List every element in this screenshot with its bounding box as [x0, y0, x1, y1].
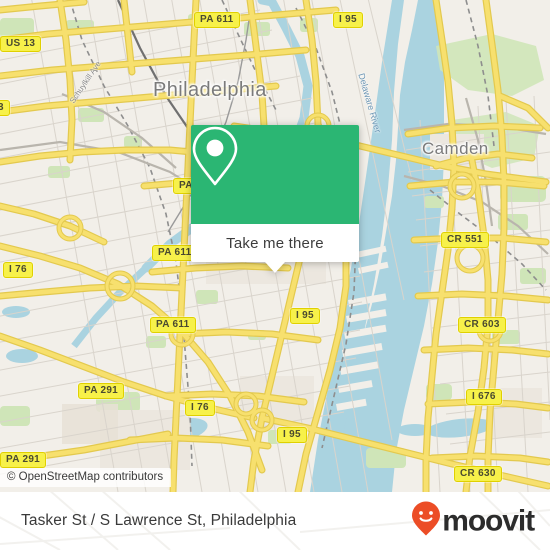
- highway-shield[interactable]: I 76: [185, 400, 215, 416]
- location-popup-card[interactable]: Take me there: [191, 125, 359, 273]
- map-canvas[interactable]: Philadelphia Camden Delaware River Schuy…: [0, 0, 550, 492]
- highway-shield[interactable]: I 95: [290, 308, 320, 324]
- highway-shield[interactable]: PA 611: [150, 317, 196, 333]
- highway-shield[interactable]: CR 603: [458, 317, 506, 333]
- map-label-camden: Camden: [422, 139, 489, 158]
- highway-shield[interactable]: PA 291: [0, 452, 47, 468]
- highway-shield[interactable]: CR 551: [441, 232, 489, 248]
- moovit-pin-icon: [411, 501, 441, 542]
- highway-shield[interactable]: CR 630: [454, 466, 502, 482]
- popup-image-area: [191, 125, 359, 224]
- highway-shield[interactable]: US 13: [0, 36, 42, 52]
- highway-shield[interactable]: I 676: [466, 389, 502, 405]
- highway-shield[interactable]: 3: [0, 100, 10, 116]
- moovit-wordmark: moovit: [442, 504, 535, 537]
- moovit-brand[interactable]: moovit: [411, 501, 535, 542]
- map-label-philadelphia: Philadelphia: [153, 79, 267, 101]
- take-me-there-label: Take me there: [226, 234, 324, 252]
- popup-pointer-tail: [265, 262, 285, 273]
- highway-shield[interactable]: I 95: [277, 427, 307, 443]
- osm-attribution[interactable]: © OpenStreetMap contributors: [0, 468, 172, 487]
- location-title: Tasker St / S Lawrence St, Philadelphia: [21, 512, 297, 529]
- highway-shield[interactable]: PA 291: [78, 383, 125, 399]
- map-screenshot: Philadelphia Camden Delaware River Schuy…: [0, 0, 550, 550]
- highway-shield[interactable]: I 76: [3, 262, 33, 278]
- take-me-there-button[interactable]: Take me there: [191, 224, 359, 262]
- highway-shield[interactable]: PA 611: [194, 12, 240, 28]
- highway-shield[interactable]: I 95: [333, 12, 363, 28]
- footer-bar: Tasker St / S Lawrence St, Philadelphia …: [0, 492, 550, 550]
